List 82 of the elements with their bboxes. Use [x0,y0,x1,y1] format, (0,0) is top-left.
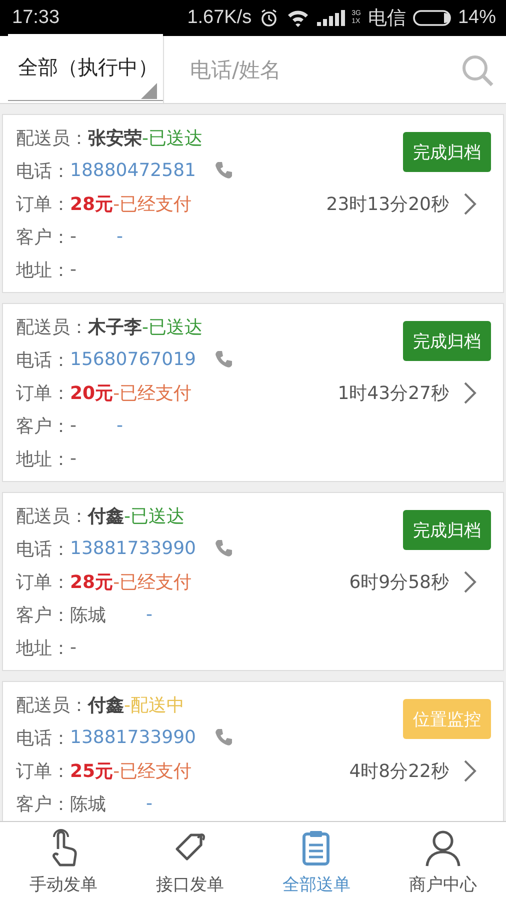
field-label: 客户： [16,414,70,438]
address-value: - [70,448,76,469]
archive-button[interactable]: 完成归档 [403,321,491,361]
status-dropdown[interactable]: 全部（执行中） [8,34,163,101]
customer-name: 陈城 [70,792,106,816]
payment-status: -已经支付 [113,570,192,594]
customer-detail: - [146,604,152,625]
field-label: 客户： [16,226,70,248]
field-label: 订单： [16,382,70,404]
order-amount: 28元 [70,192,114,216]
field-label: 电话： [16,348,70,372]
address-value: - [70,259,76,280]
elapsed-time: 23时13分20秒 [326,192,449,216]
delivery-status: -已送达 [142,316,202,338]
order-amount: 25元 [70,760,114,782]
field-label: 配送员： [16,504,88,528]
payment-status: -已经支付 [113,382,192,404]
field-label: 电话： [16,160,70,182]
order-amount: 20元 [70,382,114,404]
phone-link[interactable]: 13881733990 [70,538,196,559]
field-label: 客户： [16,792,70,816]
chevron-right-icon [463,192,477,216]
customer-detail: - [116,226,123,247]
phone-icon [214,160,234,180]
customer-name: - [70,415,76,436]
network-speed: 1.67K/s [187,7,252,29]
delivery-status: -已送达 [124,504,184,528]
customer-detail: - [116,415,123,436]
nav-tab[interactable]: 接口发单 [156,873,224,896]
carrier-name: 电信 [368,7,406,31]
phone-link[interactable]: 13881733990 [70,727,196,748]
chevron-right-icon [463,380,477,404]
field-label: 电话： [16,538,70,560]
nav-tab[interactable]: 全部送单 [282,873,350,896]
archive-button[interactable]: 完成归档 [403,510,491,550]
search-field[interactable]: 电话/姓名 [188,56,460,82]
phone-icon [214,350,234,370]
alarm-icon [258,8,279,28]
address-value: - [70,637,76,658]
field-label: 客户： [16,604,70,626]
nav-tab[interactable]: 商户中心 [408,873,477,896]
person-icon [424,829,462,869]
customer-detail: - [146,793,152,814]
customer-name: 陈城 [70,604,106,626]
courier-name: 张安荣 [88,126,142,150]
archive-button[interactable]: 完成归档 [403,132,491,172]
delivery-status: -已送达 [142,126,202,150]
payment-status: -已经支付 [113,760,192,782]
nav-tab[interactable]: 手动发单 [29,873,98,896]
field-label: 地址： [16,636,70,660]
battery-icon [412,10,451,26]
field-label: 地址： [16,258,70,282]
clock-time: 17:33 [12,7,60,29]
courier-name: 付鑫 [88,694,124,716]
delivery-status: -配送中 [124,694,184,716]
field-label: 配送员： [16,126,88,150]
field-label: 订单： [16,192,70,216]
field-label: 地址： [16,448,70,470]
wifi-icon [286,8,310,28]
chevron-right-icon [463,758,477,782]
field-label: 电话： [16,726,70,750]
elapsed-time: 4时8分22秒 [349,760,449,782]
phone-icon [214,728,234,748]
field-label: 配送员： [16,694,88,716]
search-icon [460,52,494,86]
courier-name: 付鑫 [88,504,124,528]
field-label: 订单： [16,760,70,782]
phone-link[interactable]: 18880472581 [70,160,196,181]
phone-link[interactable]: 15680767019 [70,349,196,370]
elapsed-time: 6时9分58秒 [349,570,449,594]
phone-icon [214,538,234,558]
field-label: 配送员： [16,316,88,338]
signal-icon [316,10,345,26]
order-amount: 28元 [70,570,114,594]
elapsed-time: 1时43分27秒 [338,382,449,404]
battery-percent: 14% [458,7,496,29]
courier-name: 木子李 [88,316,142,338]
customer-name: - [70,226,76,247]
corner-triangle-icon [141,83,157,99]
payment-status: -已经支付 [113,192,192,216]
chevron-right-icon [463,570,477,594]
field-label: 订单： [16,570,70,594]
